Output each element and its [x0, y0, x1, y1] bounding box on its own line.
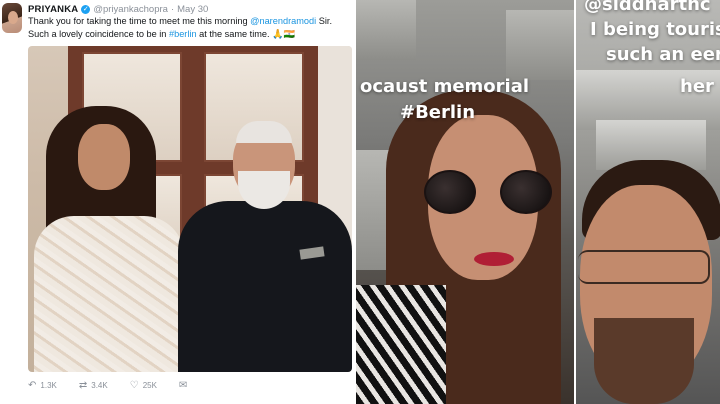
avatar[interactable] — [2, 3, 22, 33]
tweet-actions: ↶ 1.3K ⇄ 3.4K ♡ 25K ✉ — [28, 378, 209, 392]
glasses — [578, 250, 710, 284]
story-panel-memorial[interactable]: ocaust memorial #Berlin — [356, 0, 576, 404]
memorial-stele — [506, 10, 576, 80]
person-woman — [28, 96, 188, 372]
tweet-text: Thank you for taking the time to meet me… — [28, 15, 354, 41]
tweet-text-part3: at the same time. 🙏🇮🇳 — [196, 29, 296, 39]
story-caption-line1: ocaust memorial — [360, 76, 530, 97]
reply-button[interactable]: ↶ 1.3K — [28, 380, 57, 391]
memorial-stele — [356, 0, 416, 60]
retweet-button[interactable]: ⇄ 3.4K — [79, 380, 108, 391]
tweet-date[interactable]: May 30 — [177, 4, 208, 15]
story-caption-line3: such an eer — [606, 44, 720, 65]
lens — [500, 170, 552, 214]
tweet-card[interactable]: PRIYANKA ✓ @priyankachopra · May 30 Than… — [0, 0, 356, 404]
author-row: PRIYANKA ✓ @priyankachopra · May 30 — [28, 2, 208, 16]
jacket — [178, 201, 352, 372]
message-icon: ✉ — [178, 379, 188, 391]
lens — [424, 170, 476, 214]
story-caption-mention: @siddharthc — [584, 0, 711, 15]
hair — [236, 121, 292, 143]
like-count: 25K — [142, 380, 157, 390]
tweet-text-part1: Thank you for taking the time to meet me… — [28, 16, 251, 26]
heart-icon: ♡ — [129, 379, 139, 391]
hashtag-link[interactable]: #berlin — [169, 29, 197, 39]
person-man — [178, 121, 352, 372]
reply-icon: ↶ — [28, 379, 37, 391]
story-caption-line2: I being touris — [590, 19, 720, 40]
author-handle[interactable]: @priyankachopra — [93, 4, 168, 15]
sunglasses — [424, 170, 552, 216]
face — [78, 124, 130, 190]
tweet-photo[interactable] — [28, 46, 352, 372]
story-caption-line4: her — [680, 76, 714, 97]
story-panel-selfie[interactable]: @siddharthc I being touris such an eer h… — [576, 0, 720, 404]
reply-count: 1.3K — [40, 380, 57, 390]
retweet-icon: ⇄ — [78, 379, 88, 391]
lips — [474, 252, 514, 266]
avatar-face — [8, 11, 18, 24]
mention-link[interactable]: @narendramodi — [250, 16, 316, 26]
retweet-count: 3.4K — [91, 380, 108, 390]
striped-shirt — [356, 285, 446, 404]
verified-badge-icon: ✓ — [81, 4, 91, 14]
message-button[interactable]: ✉ — [179, 380, 187, 391]
dress — [34, 216, 184, 372]
story-caption-hashtag: #Berlin — [400, 102, 476, 123]
separator: · — [170, 3, 175, 15]
display-name[interactable]: PRIYANKA — [28, 4, 78, 15]
beard — [594, 318, 694, 404]
like-button[interactable]: ♡ 25K — [130, 380, 157, 391]
